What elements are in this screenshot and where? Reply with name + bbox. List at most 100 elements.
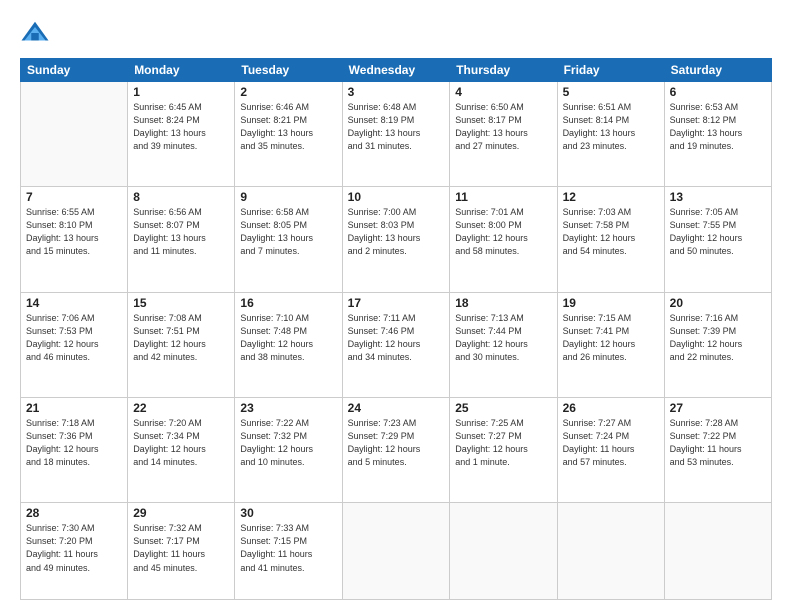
day-number: 15 [133, 296, 229, 310]
cell-info: Sunrise: 7:08 AM Sunset: 7:51 PM Dayligh… [133, 312, 229, 364]
day-number: 10 [348, 190, 445, 204]
day-number: 3 [348, 85, 445, 99]
day-number: 17 [348, 296, 445, 310]
calendar-cell: 25Sunrise: 7:25 AM Sunset: 7:27 PM Dayli… [450, 398, 557, 503]
calendar-cell: 4Sunrise: 6:50 AM Sunset: 8:17 PM Daylig… [450, 82, 557, 187]
cell-info: Sunrise: 6:48 AM Sunset: 8:19 PM Dayligh… [348, 101, 445, 153]
calendar-cell: 30 Sunrise: 7:33 AM Sunset: 7:15 PM Dayli… [235, 503, 342, 600]
calendar-day-header: Sunday [21, 59, 128, 82]
calendar-day-header: Wednesday [342, 59, 450, 82]
calendar-cell [342, 503, 450, 600]
day-number: 20 [670, 296, 766, 310]
day-number: 5 [563, 85, 659, 99]
calendar-week-row: 14 Sunrise: 7:06 AM Sunset: 7:53 PM Dayli… [21, 292, 772, 397]
cell-info: Sunrise: 6:56 AM Sunset: 8:07 PM Dayligh… [133, 206, 229, 258]
page: SundayMondayTuesdayWednesdayThursdayFrid… [0, 0, 792, 612]
cell-info: Sunrise: 7:13 AM Sunset: 7:44 PM Dayligh… [455, 312, 551, 364]
day-number: 27 [670, 401, 766, 415]
calendar-cell: 3 Sunrise: 6:48 AM Sunset: 8:19 PM Daylig… [342, 82, 450, 187]
calendar-cell: 28Sunrise: 7:30 AM Sunset: 7:20 PM Dayli… [21, 503, 128, 600]
day-number: 19 [563, 296, 659, 310]
calendar-cell: 14 Sunrise: 7:06 AM Sunset: 7:53 PM Dayli… [21, 292, 128, 397]
cell-info: Sunrise: 7:33 AM Sunset: 7:15 PM Dayligh… [240, 522, 336, 574]
calendar-cell: 29 Sunrise: 7:32 AM Sunset: 7:17 PM Dayli… [128, 503, 235, 600]
calendar-cell: 16 Sunrise: 7:10 AM Sunset: 7:48 PM Dayli… [235, 292, 342, 397]
calendar-week-row: 1 Sunrise: 6:45 AM Sunset: 8:24 PM Daylig… [21, 82, 772, 187]
calendar-cell: 19 Sunrise: 7:15 AM Sunset: 7:41 PM Dayli… [557, 292, 664, 397]
cell-info: Sunrise: 7:05 AM Sunset: 7:55 PM Dayligh… [670, 206, 766, 258]
day-number: 9 [240, 190, 336, 204]
day-number: 14 [26, 296, 122, 310]
calendar-table: SundayMondayTuesdayWednesdayThursdayFrid… [20, 58, 772, 600]
calendar-day-header: Tuesday [235, 59, 342, 82]
cell-info: Sunrise: 7:06 AM Sunset: 7:53 PM Dayligh… [26, 312, 122, 364]
calendar-cell: 11 Sunrise: 7:01 AM Sunset: 8:00 PM Dayli… [450, 187, 557, 292]
calendar-cell: 21 Sunrise: 7:18 AM Sunset: 7:36 PM Dayli… [21, 398, 128, 503]
cell-info: Sunrise: 7:01 AM Sunset: 8:00 PM Dayligh… [455, 206, 551, 258]
calendar-cell: 7 Sunrise: 6:55 AM Sunset: 8:10 PM Daylig… [21, 187, 128, 292]
calendar-week-row: 7 Sunrise: 6:55 AM Sunset: 8:10 PM Daylig… [21, 187, 772, 292]
cell-info: Sunrise: 7:22 AM Sunset: 7:32 PM Dayligh… [240, 417, 336, 469]
calendar-cell: 20 Sunrise: 7:16 AM Sunset: 7:39 PM Dayli… [664, 292, 771, 397]
cell-info: Sunrise: 7:15 AM Sunset: 7:41 PM Dayligh… [563, 312, 659, 364]
cell-info: Sunrise: 7:28 AM Sunset: 7:22 PM Dayligh… [670, 417, 766, 469]
calendar-cell: 12Sunrise: 7:03 AM Sunset: 7:58 PM Dayli… [557, 187, 664, 292]
calendar-cell: 10 Sunrise: 7:00 AM Sunset: 8:03 PM Dayli… [342, 187, 450, 292]
calendar-cell: 26Sunrise: 7:27 AM Sunset: 7:24 PM Dayli… [557, 398, 664, 503]
calendar-cell: 27 Sunrise: 7:28 AM Sunset: 7:22 PM Dayli… [664, 398, 771, 503]
cell-info: Sunrise: 7:23 AM Sunset: 7:29 PM Dayligh… [348, 417, 445, 469]
day-number: 29 [133, 506, 229, 520]
calendar-cell [664, 503, 771, 600]
calendar-cell: 2 Sunrise: 6:46 AM Sunset: 8:21 PM Daylig… [235, 82, 342, 187]
day-number: 2 [240, 85, 336, 99]
logo [20, 18, 54, 48]
cell-info: Sunrise: 6:53 AM Sunset: 8:12 PM Dayligh… [670, 101, 766, 153]
cell-info: Sunrise: 7:30 AM Sunset: 7:20 PM Dayligh… [26, 522, 122, 574]
calendar-day-header: Friday [557, 59, 664, 82]
calendar-cell: 8 Sunrise: 6:56 AM Sunset: 8:07 PM Daylig… [128, 187, 235, 292]
calendar-cell: 6 Sunrise: 6:53 AM Sunset: 8:12 PM Daylig… [664, 82, 771, 187]
calendar-week-row: 28Sunrise: 7:30 AM Sunset: 7:20 PM Dayli… [21, 503, 772, 600]
calendar-cell: 15 Sunrise: 7:08 AM Sunset: 7:51 PM Dayli… [128, 292, 235, 397]
cell-info: Sunrise: 7:18 AM Sunset: 7:36 PM Dayligh… [26, 417, 122, 469]
cell-info: Sunrise: 7:00 AM Sunset: 8:03 PM Dayligh… [348, 206, 445, 258]
day-number: 22 [133, 401, 229, 415]
cell-info: Sunrise: 7:11 AM Sunset: 7:46 PM Dayligh… [348, 312, 445, 364]
cell-info: Sunrise: 7:20 AM Sunset: 7:34 PM Dayligh… [133, 417, 229, 469]
cell-info: Sunrise: 6:58 AM Sunset: 8:05 PM Dayligh… [240, 206, 336, 258]
day-number: 21 [26, 401, 122, 415]
day-number: 16 [240, 296, 336, 310]
day-number: 6 [670, 85, 766, 99]
day-number: 7 [26, 190, 122, 204]
cell-info: Sunrise: 6:45 AM Sunset: 8:24 PM Dayligh… [133, 101, 229, 153]
cell-info: Sunrise: 7:10 AM Sunset: 7:48 PM Dayligh… [240, 312, 336, 364]
calendar-cell: 17 Sunrise: 7:11 AM Sunset: 7:46 PM Dayli… [342, 292, 450, 397]
day-number: 30 [240, 506, 336, 520]
day-number: 11 [455, 190, 551, 204]
cell-info: Sunrise: 6:46 AM Sunset: 8:21 PM Dayligh… [240, 101, 336, 153]
day-number: 25 [455, 401, 551, 415]
cell-info: Sunrise: 7:03 AM Sunset: 7:58 PM Dayligh… [563, 206, 659, 258]
day-number: 1 [133, 85, 229, 99]
day-number: 18 [455, 296, 551, 310]
calendar-cell: 9 Sunrise: 6:58 AM Sunset: 8:05 PM Daylig… [235, 187, 342, 292]
day-number: 24 [348, 401, 445, 415]
calendar-cell: 18 Sunrise: 7:13 AM Sunset: 7:44 PM Dayli… [450, 292, 557, 397]
calendar-cell [557, 503, 664, 600]
cell-info: Sunrise: 6:55 AM Sunset: 8:10 PM Dayligh… [26, 206, 122, 258]
cell-info: Sunrise: 7:32 AM Sunset: 7:17 PM Dayligh… [133, 522, 229, 574]
calendar-cell: 1 Sunrise: 6:45 AM Sunset: 8:24 PM Daylig… [128, 82, 235, 187]
header [20, 18, 772, 48]
cell-info: Sunrise: 7:16 AM Sunset: 7:39 PM Dayligh… [670, 312, 766, 364]
calendar-cell: 22 Sunrise: 7:20 AM Sunset: 7:34 PM Dayli… [128, 398, 235, 503]
calendar-day-header: Saturday [664, 59, 771, 82]
day-number: 23 [240, 401, 336, 415]
cell-info: Sunrise: 7:27 AM Sunset: 7:24 PM Dayligh… [563, 417, 659, 469]
calendar-cell: 24 Sunrise: 7:23 AM Sunset: 7:29 PM Dayli… [342, 398, 450, 503]
calendar-cell: 23 Sunrise: 7:22 AM Sunset: 7:32 PM Dayli… [235, 398, 342, 503]
calendar-header-row: SundayMondayTuesdayWednesdayThursdayFrid… [21, 59, 772, 82]
calendar-cell [21, 82, 128, 187]
day-number: 8 [133, 190, 229, 204]
cell-info: Sunrise: 6:51 AM Sunset: 8:14 PM Dayligh… [563, 101, 659, 153]
cell-info: Sunrise: 6:50 AM Sunset: 8:17 PM Dayligh… [455, 101, 551, 153]
